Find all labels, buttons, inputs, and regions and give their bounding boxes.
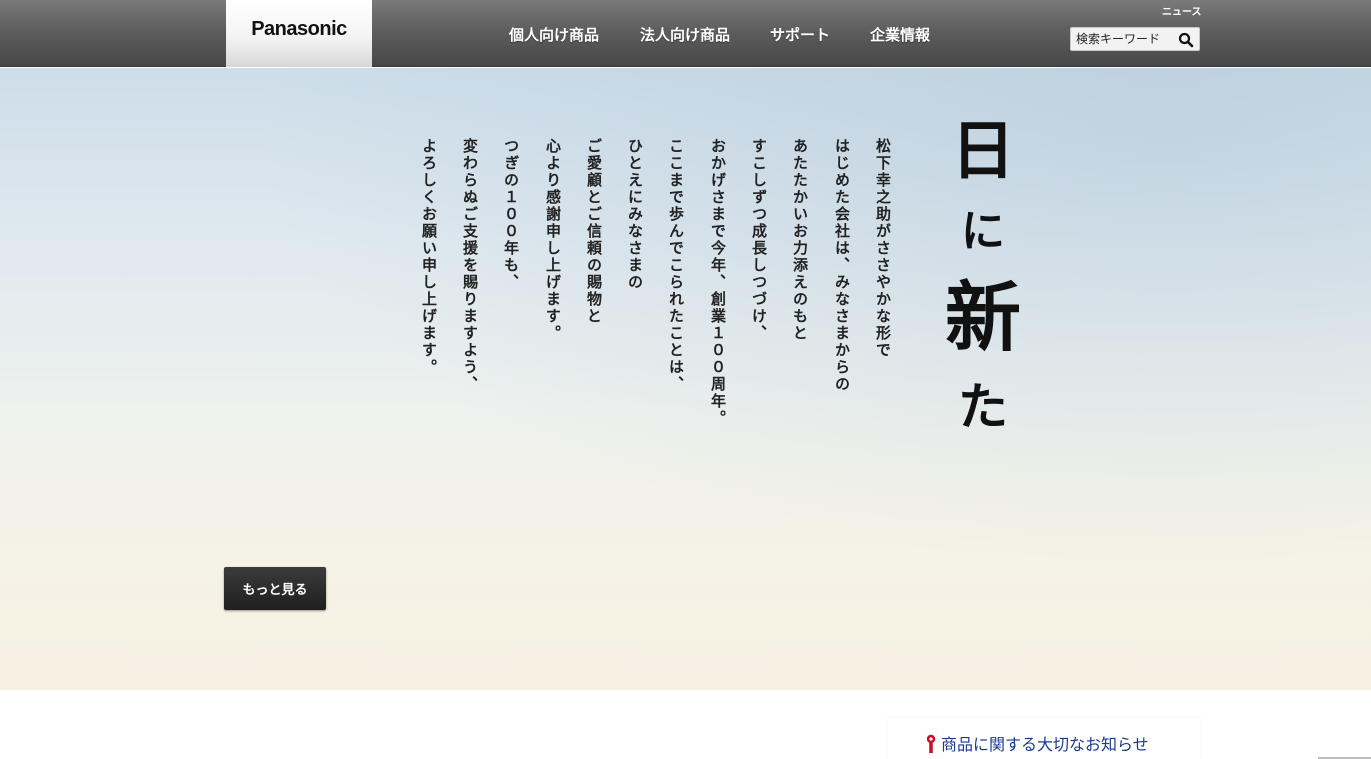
global-header: Panasonic ニュース 個人向け商品 法人向け商品 サポート 企業情報: [0, 0, 1371, 67]
poem-line: ひとえにみなさまの: [626, 138, 644, 291]
poem-line: おかげさまで今年、創業１００周年。: [709, 138, 727, 427]
alert-pin-icon: [925, 734, 937, 754]
poem-line: つぎの１００年も、: [502, 138, 520, 291]
see-more-button[interactable]: もっと見る: [224, 567, 326, 610]
poem-line: ご愛顧とご信頼の賜物と: [585, 138, 603, 325]
poem-line: すこしずつ成長しつづけ、: [750, 138, 768, 342]
poem-line: ここまで歩んでこられたことは、: [667, 138, 685, 393]
important-product-notice-link[interactable]: 商品に関する大切なお知らせ: [941, 731, 1149, 755]
nav-corporate-info[interactable]: 企業情報: [870, 24, 930, 45]
nav-support[interactable]: サポート: [770, 24, 830, 45]
nav-consumer-products[interactable]: 個人向け商品: [509, 24, 599, 45]
poem-line: 心より感謝申し上げます。: [544, 138, 562, 342]
nav-business-products[interactable]: 法人向け商品: [640, 24, 730, 45]
search-icon[interactable]: [1177, 31, 1195, 49]
poem-line: あたたかいお力添えのもと: [791, 138, 809, 342]
search-input[interactable]: [1071, 28, 1177, 50]
poem-line: 変わらぬご支援を賜りますよう、: [461, 138, 479, 393]
poem-line: はじめた会社は、みなさまからの: [833, 138, 851, 393]
search-box: [1070, 27, 1200, 51]
news-link[interactable]: ニュース: [1162, 3, 1202, 18]
poem-line: 松下幸之助がささやかな形で: [874, 138, 892, 359]
poem-line: よろしくお願い申し上げます。: [420, 138, 438, 376]
anniversary-message: 松下幸之助がささやかな形で はじめた会社は、みなさまからの あたたかいお力添えの…: [0, 138, 1371, 458]
